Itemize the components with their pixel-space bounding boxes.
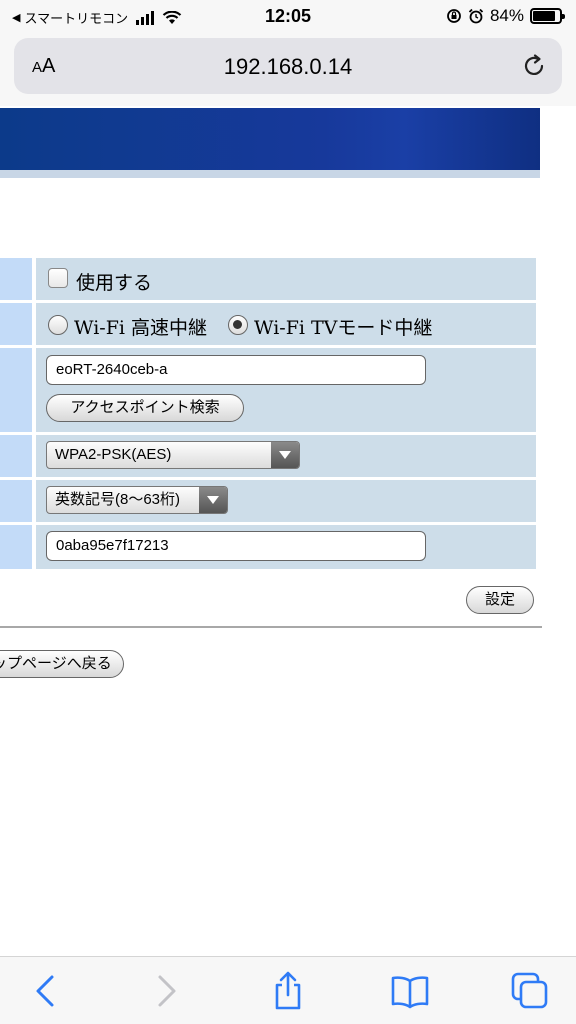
forward-icon[interactable] (146, 971, 186, 1011)
ssid-input[interactable]: eoRT-2640ceb-a (46, 355, 426, 385)
row-label-cell (0, 303, 32, 345)
status-bar: ◀ スマートリモコン 12:05 84% (0, 0, 576, 34)
form-row-mode: Wi-Fi 高速中継 Wi-Fi TVモード中継 (0, 303, 536, 345)
url-text[interactable]: 192.168.0.14 (14, 54, 562, 80)
ap-search-button[interactable]: アクセスポイント検索 (46, 394, 244, 422)
row-label-cell (0, 480, 32, 522)
row-label-cell (0, 348, 32, 432)
key-input[interactable]: 0aba95e7f17213 (46, 531, 426, 561)
form-row-encryption: WPA2-PSK(AES) (0, 435, 536, 477)
battery-percent: 84% (489, 6, 524, 25)
use-checkbox[interactable] (48, 268, 68, 288)
use-checkbox-label[interactable]: 使用する (76, 268, 152, 295)
row-value-cell: 使用する (36, 258, 536, 300)
encryption-select-value: WPA2-PSK(AES) (55, 446, 172, 463)
mode-label-tv[interactable]: Wi-Fi TVモード中継 (254, 313, 432, 340)
back-to-top-label: トップページへ戻る (0, 655, 112, 672)
row-value-cell: eoRT-2640ceb-a アクセスポイント検索 (36, 348, 536, 432)
browser-address-area: AA 192.168.0.14 (0, 34, 576, 106)
key-format-select[interactable]: 英数記号(8〜63桁) (46, 486, 228, 514)
web-page: 使用する Wi-Fi 高速中継 Wi-Fi TVモード中継 eoRT-2640c… (0, 106, 576, 956)
battery-fill (533, 11, 555, 21)
back-icon[interactable] (26, 971, 66, 1011)
row-value-cell: 0aba95e7f17213 (36, 525, 536, 569)
form-row-key-format: 英数記号(8〜63桁) (0, 480, 536, 522)
browser-toolbar (0, 956, 576, 1024)
mode-radio-tv[interactable] (228, 315, 248, 335)
alarm-icon (468, 8, 484, 24)
bookmarks-icon[interactable] (390, 971, 430, 1011)
row-value-cell: Wi-Fi 高速中継 Wi-Fi TVモード中継 (36, 303, 536, 345)
back-to-top-button[interactable]: トップページへ戻る (0, 650, 124, 678)
set-button[interactable]: 設定 (466, 586, 534, 614)
status-right: 84% (446, 6, 565, 26)
form-row-key: 0aba95e7f17213 (0, 525, 536, 569)
encryption-select[interactable]: WPA2-PSK(AES) (46, 441, 300, 469)
tabs-icon[interactable] (510, 971, 550, 1011)
divider (0, 626, 542, 628)
key-format-select-value: 英数記号(8〜63桁) (55, 491, 181, 508)
row-label-cell (0, 525, 32, 569)
reload-icon[interactable] (522, 53, 548, 79)
form-row-use: 使用する (0, 258, 536, 300)
address-bar[interactable]: AA 192.168.0.14 (14, 38, 562, 94)
battery-icon (530, 8, 565, 24)
mode-label-fast[interactable]: Wi-Fi 高速中継 (74, 313, 207, 340)
orientation-lock-icon (447, 9, 461, 23)
header-banner-underline (0, 170, 540, 178)
row-value-cell: WPA2-PSK(AES) (36, 435, 536, 477)
row-label-cell (0, 258, 32, 300)
mode-radio-fast[interactable] (48, 315, 68, 335)
row-label-cell (0, 435, 32, 477)
share-icon[interactable] (268, 971, 308, 1011)
header-banner (0, 108, 540, 170)
chevron-down-icon (199, 487, 227, 513)
row-value-cell: 英数記号(8〜63桁) (36, 480, 536, 522)
chevron-down-icon (271, 442, 299, 468)
form-row-ssid: eoRT-2640ceb-a アクセスポイント検索 (0, 348, 536, 432)
